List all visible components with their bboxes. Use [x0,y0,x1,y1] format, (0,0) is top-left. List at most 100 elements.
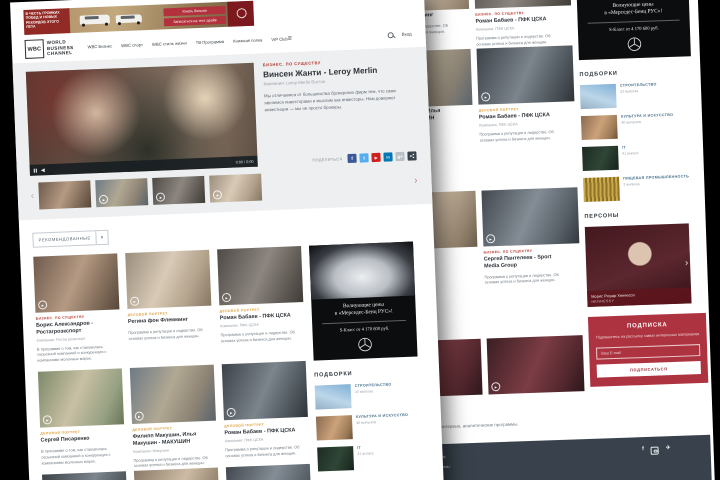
carousel-thumb[interactable]: ▶ [152,175,206,205]
share-icon[interactable]: g+ [395,151,405,162]
test-drive-button[interactable]: Записаться на тест-драйв [163,15,227,26]
video-card[interactable]: ▶ ДЕЛОВОЙ ПОРТРЕТ Роман Бабаев - ПФК ЦСК… [476,45,575,191]
search-icon[interactable] [388,32,394,38]
volume-icon[interactable] [41,167,46,172]
collection-title[interactable]: IT [357,445,373,450]
carousel-next-button[interactable]: › [414,175,418,186]
collection-item[interactable]: СТРОИТЕЛЬСТВО 23 выпуска [579,81,693,109]
footer-social: f ✈ [642,445,697,462]
person-caption: Морис Ришар Хеннесси HENNESSY [587,286,692,307]
video-card[interactable]: ▶ БИЗНЕС. ПО СУЩЕСТВУ Борис Александров … [33,253,121,363]
video-card[interactable]: ▶ ДЕЛОВОЙ ПОРТРЕТ Роман Бабаев - ПФК ЦСК… [217,246,305,356]
video-card[interactable]: ▶ ДЕЛОВОЙ ПОРТРЕТ Регина фон Флемминг Пр… [125,249,213,360]
collection-title[interactable]: СТРОИТЕЛЬСТВО [620,82,657,88]
collection-title[interactable]: КУЛЬТУРА И ИСКУССТВО [621,112,673,119]
card-photo[interactable] [42,471,129,480]
dropdown-label: РЕКОМЕНДОВАННЫЕ [38,235,91,243]
nav-item[interactable]: ТВ Программа [196,39,225,45]
person-next-icon[interactable]: › [685,257,688,267]
collection-item[interactable]: ПИЩЕВАЯ ПРОМЫШЛЕННОСТЬ 2 выпуска [583,174,696,202]
video-card[interactable]: ▶ ДЕЛОВОЙ ПОРТРЕТ Роман Бабаев - ПФК ЦСК… [221,361,310,466]
carousel-thumb[interactable]: ▶ [209,173,263,203]
collection-count: 2 выпуска [623,182,640,188]
showcase-stage: Регина фон Флемминг Программа о репутаци… [0,0,720,480]
collection-thumb [317,445,355,472]
mercedes-star-icon [578,35,690,53]
play-icon: ▶ [491,382,501,392]
carousel-prev-button[interactable]: ‹ [31,190,35,201]
logo-abbr: WBC [24,39,45,59]
card-title[interactable]: Регина фон Флемминг [128,316,212,326]
collection-title[interactable]: СТРОИТЕЛЬСТВО [355,382,392,388]
share-icon[interactable]: in [383,152,393,162]
hamburger-icon[interactable]: ≡ [288,35,292,42]
pause-icon[interactable] [33,168,38,173]
share-icon[interactable]: ▶ [371,152,381,163]
email-input[interactable] [596,344,701,360]
nav-item[interactable]: Книжная полка [233,37,262,43]
card-description: Программа о репутации и лидерстве. Об ос… [133,454,208,469]
banner-buttons: Узнать больше Записаться на тест-драйв [161,2,228,30]
person-card[interactable]: › Морис Ришар Хеннесси HENNESSY [584,222,692,307]
card-title[interactable]: Борис Александров - Ростагроэкспорт [36,319,120,336]
social-icon[interactable]: ✈ [666,445,671,452]
nav-item[interactable]: WBC спорт [121,42,143,48]
login-link[interactable]: Вход [402,31,412,36]
mercedes-ad[interactable]: Волнующие цены в «Мерседес-Бенц РУС»! S-… [575,0,691,60]
collection-title[interactable]: КУЛЬТУРА И ИСКУССТВО [356,412,408,419]
nav-item[interactable]: WBC Бизнес [87,43,112,49]
video-card[interactable]: ▶ [486,335,585,395]
mercedes-ad[interactable]: Волнующие цены в «Мерседес-Бенц РУС»! S-… [309,241,418,361]
card-title[interactable]: Сергей Пантелеев - Sport Media Group [484,254,568,270]
share-label: ПОДЕЛИТЬСЯ [312,156,343,162]
card-photo[interactable] [133,467,221,480]
card-description: В программе о том, как становилась серье… [36,343,107,363]
video-card[interactable]: ▶ ДЕЛОВОЙ ПОРТРЕТ Филипп Макушин, Илья М… [129,364,218,470]
card-description: Программа о репутации и лидерстве. Об ос… [484,271,559,285]
social-icon[interactable]: f [642,446,644,453]
car-icon [115,14,142,24]
time-display: 0:00 / 0:00 [235,159,254,165]
collection-item[interactable]: СТРОИТЕЛЬСТВО 23 выпуска [314,381,420,410]
play-icon: ▶ [42,415,52,425]
video-card[interactable]: ▶ ДЕЛОВОЙ ПОРТРЕТ Сергей Писаренко В про… [37,368,126,473]
collection-item[interactable]: КУЛЬТУРА И ИСКУССТВО 40 выпусков [315,412,421,441]
collection-item[interactable]: IT 41 выпуск [581,143,695,171]
video-card[interactable]: ▶ БИЗНЕС. ПО СУЩЕСТВУ Сергей Пантелеев -… [481,187,580,339]
header-right: Вход [388,31,412,38]
recommended-dropdown[interactable]: РЕКОМЕНДОВАННЫЕ ▾ [32,229,109,248]
card-photo[interactable] [225,464,313,480]
collection-title[interactable]: IT [622,145,638,150]
card-photo: ▶ [486,335,585,395]
footer-link[interactable]: ФотоБанк [427,451,537,460]
video-description: Мы отличаемся от большинства брокерских … [263,88,396,113]
subscribe-button[interactable]: ПОДПИСАТЬСЯ [596,361,702,378]
share-icons: f t ▶ in g+ [347,151,405,164]
card-description: Программа о репутации и лидерстве. Об ос… [225,444,300,458]
card-title[interactable]: Филипп Макушин, Илья Макушин - МАКУШИН [132,431,216,448]
carousel-thumb[interactable] [38,180,92,210]
social-icon[interactable] [650,446,660,455]
video-card[interactable]: БИЗНЕС. ПО СУЩЕСТВУ Роман Бабаев - ПФК Ц… [473,0,572,49]
play-icon: ▶ [221,292,232,303]
nav-item[interactable]: VIP Club [271,36,288,42]
share-icon[interactable]: t [359,153,369,163]
chevron-down-icon[interactable]: ▾ [95,230,108,245]
card-title[interactable]: Сергей Писаренко [41,434,125,444]
card-photo: ▶ [221,361,308,421]
collection-item[interactable]: КУЛЬТУРА И ИСКУССТВО 40 выпусков [580,112,694,140]
learn-more-button[interactable]: Узнать больше [163,5,226,16]
video-player[interactable]: 0:00 / 0:00 [25,62,258,176]
collection-item[interactable]: IT 41 выпуск [317,443,422,472]
share-icon[interactable]: f [347,153,357,164]
wbc-logo[interactable]: WBC WORLD BUSINESS CHANNEL [24,38,74,59]
mercedes-star-icon [313,335,417,353]
hero-info: БИЗНЕС. ПО СУЩЕСТВУ Винсен Жанти - Leroy… [263,56,417,166]
share-more-icon[interactable] [407,151,417,161]
play-icon: ▶ [38,300,48,310]
collection-title[interactable]: ПИЩЕВАЯ ПРОМЫШЛЕННОСТЬ [623,174,689,181]
hero-section: 0:00 / 0:00 БИЗНЕС. ПО СУЩЕСТВУ Винсен Ж… [12,47,433,221]
nav-item[interactable]: WBC стиль жизни [152,40,187,46]
footer-link[interactable]: Программы [427,461,537,470]
carousel-thumb[interactable]: ▶ [95,178,149,208]
